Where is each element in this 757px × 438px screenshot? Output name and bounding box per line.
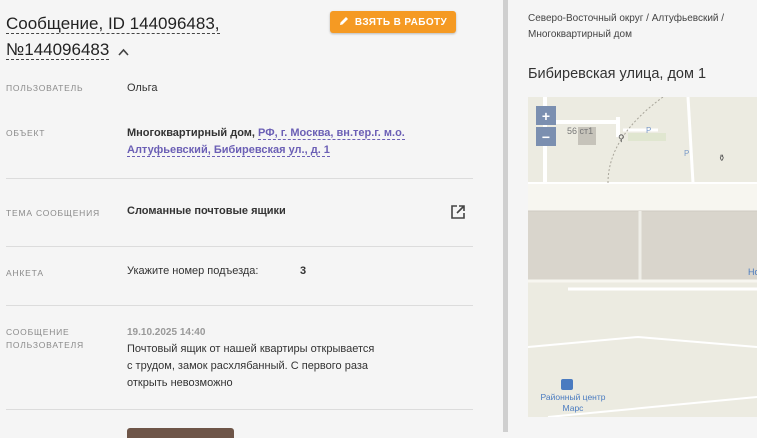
address-title: Бибиревская улица, дом 1: [528, 66, 707, 82]
poi-icon: ⚲: [618, 133, 625, 143]
message-date: 19.10.2025 14:40: [127, 327, 206, 338]
object-label: ОБЪЕКТ: [6, 128, 46, 138]
zoom-in-button[interactable]: +: [536, 106, 556, 125]
zoom-out-button[interactable]: −: [536, 127, 556, 146]
bus-stop-icon[interactable]: [561, 379, 573, 390]
message-title-line1[interactable]: Сообщение, ID 144096483,: [6, 14, 220, 34]
object-address-link-1[interactable]: РФ, г. Москва, вн.тер.г. м.о.: [258, 127, 405, 140]
user-message-label: СООБЩЕНИЕ ПОЛЬЗОВАТЕЛЯ: [6, 326, 84, 352]
breadcrumb-line2: Многоквартирный дом: [528, 29, 632, 40]
user-message-label-line2: ПОЛЬЗОВАТЕЛЯ: [6, 340, 84, 350]
message-title-line2[interactable]: №144096483: [6, 40, 110, 60]
external-link-icon[interactable]: [450, 204, 466, 220]
user-message: 19.10.2025 14:40 Почтовый ящик от нашей …: [127, 324, 427, 392]
pencil-icon: [339, 16, 349, 29]
take-to-work-label: ВЗЯТЬ В РАБОТУ: [354, 16, 448, 28]
message-text-line2: с трудом, замок расхлябанный. С первого …: [127, 360, 368, 372]
message-panel: Сообщение, ID 144096483, №144096483 ВЗЯТ…: [0, 0, 503, 438]
user-message-label-line1: СООБЩЕНИЕ: [6, 327, 70, 337]
map-edge-label: Но: [748, 267, 757, 277]
message-text-line3: открыть невозможно: [127, 377, 233, 389]
bus-stop-label-line2: Марс: [562, 403, 584, 413]
object-address-link-2[interactable]: Алтуфьевский, Бибиревская ул., д. 1: [127, 144, 330, 157]
monument-icon: ⚱: [718, 153, 726, 163]
parking-icon: P: [684, 149, 690, 158]
form-answer: 3: [300, 265, 307, 277]
breadcrumb-line1: Северо-Восточный округ / Алтуфьевский /: [528, 13, 725, 24]
parking-icon: P: [646, 126, 652, 135]
message-title: Сообщение, ID 144096483, №144096483: [6, 11, 326, 64]
message-text-line1: Почтовый ящик от нашей квартиры открывае…: [127, 343, 375, 355]
form-label: АНКЕТА: [6, 268, 44, 278]
object-value: Многоквартирный дом, РФ, г. Москва, вн.т…: [127, 125, 417, 159]
breadcrumb: Северо-Восточный округ / Алтуфьевский / …: [528, 11, 756, 43]
map-canvas: [528, 97, 757, 417]
chevron-up-icon[interactable]: [118, 38, 129, 64]
bus-stop-label: Районный центр Марс: [533, 392, 613, 414]
building-label: 56 ст1: [567, 126, 594, 136]
divider: [6, 246, 473, 247]
photo-thumbnail[interactable]: [127, 428, 234, 438]
map[interactable]: + − 56 ст1 P P ⚲ ⚱ Но Районный центр Мар…: [528, 97, 757, 417]
user-label: ПОЛЬЗОВАТЕЛЬ: [6, 83, 84, 93]
location-panel: Северо-Восточный округ / Алтуфьевский / …: [508, 0, 757, 432]
take-to-work-button[interactable]: ВЗЯТЬ В РАБОТУ: [330, 11, 456, 33]
object-type: Многоквартирный дом,: [127, 127, 255, 139]
user-value: Ольга: [127, 82, 158, 94]
bus-stop-label-line1: Районный центр: [540, 392, 606, 402]
divider: [6, 409, 473, 410]
divider: [6, 305, 473, 306]
topic-label: ТЕМА СООБЩЕНИЯ: [6, 208, 100, 218]
form-question: Укажите номер подъезда:: [127, 265, 259, 277]
topic-value: Сломанные почтовые ящики: [127, 205, 286, 217]
divider: [6, 178, 473, 179]
